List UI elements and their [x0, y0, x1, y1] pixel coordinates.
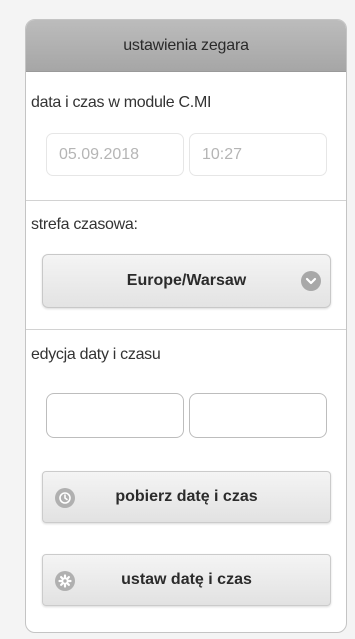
module-time-value: 10:27	[202, 145, 243, 163]
clock-settings-panel: ustawienia zegara data i czas w module C…	[25, 19, 347, 633]
module-time-field: 10:27	[189, 133, 327, 176]
module-date-value: 05.09.2018	[59, 145, 140, 163]
edit-date-input[interactable]	[46, 393, 184, 438]
chevron-down-icon	[301, 271, 321, 291]
edit-time-input[interactable]	[189, 393, 327, 438]
module-time-label: data i czas w module C.MI	[31, 94, 212, 111]
divider	[26, 200, 346, 201]
clock-icon	[55, 488, 75, 508]
edit-label: edycja daty i czasu	[31, 346, 161, 363]
gear-icon	[55, 571, 75, 591]
module-date-field: 05.09.2018	[46, 133, 184, 176]
divider	[26, 329, 346, 330]
fetch-datetime-label: pobierz datę i czas	[115, 488, 258, 505]
set-datetime-label: ustaw datę i czas	[121, 571, 252, 588]
panel-header: ustawienia zegara	[26, 20, 346, 72]
timezone-label: strefa czasowa:	[31, 216, 138, 233]
fetch-datetime-button[interactable]: pobierz datę i czas	[42, 471, 331, 523]
panel-title: ustawienia zegara	[123, 36, 249, 54]
timezone-selected-value: Europe/Warsaw	[126, 272, 247, 289]
timezone-select[interactable]: Europe/Warsaw	[42, 254, 331, 308]
set-datetime-button[interactable]: ustaw datę i czas	[42, 554, 331, 606]
